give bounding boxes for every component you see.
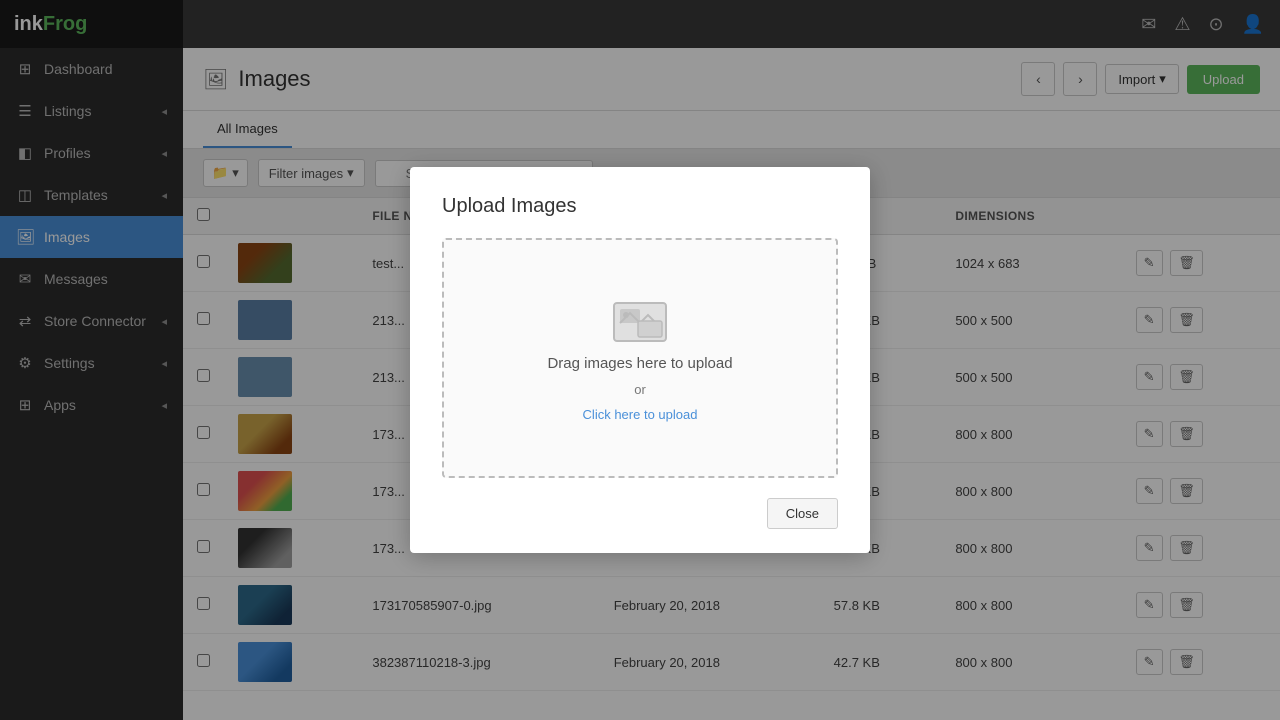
or-text: or: [634, 382, 646, 397]
modal-title: Upload Images: [442, 195, 838, 218]
modal-overlay: Upload Images Drag images here to upload…: [0, 0, 1280, 720]
drop-zone-icon: [610, 295, 670, 345]
click-upload-link[interactable]: Click here to upload: [583, 407, 698, 422]
drag-text: Drag images here to upload: [547, 355, 732, 372]
upload-modal: Upload Images Drag images here to upload…: [410, 167, 870, 553]
drop-zone[interactable]: Drag images here to upload or Click here…: [442, 238, 838, 478]
close-modal-button[interactable]: Close: [767, 498, 838, 529]
modal-footer: Close: [442, 498, 838, 529]
